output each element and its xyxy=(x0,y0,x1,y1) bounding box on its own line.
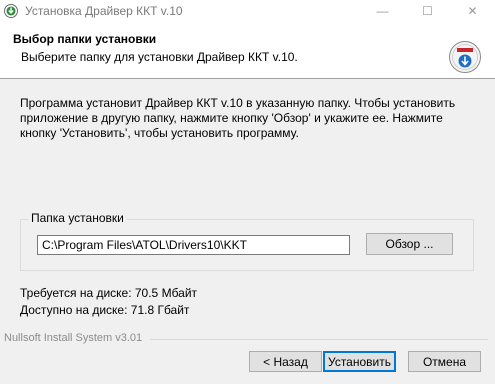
back-button[interactable]: < Назад xyxy=(249,351,322,372)
browse-button[interactable]: Обзор ... xyxy=(366,233,453,255)
window-title: Установка Драйвер ККТ v.10 xyxy=(25,4,183,18)
title-bar: Установка Драйвер ККТ v.10 — ☐ ✕ xyxy=(0,0,495,22)
space-available: Доступно на диске: 71.8 Гбайт xyxy=(20,303,190,317)
page-subtitle: Выберите папку для установки Драйвер ККТ… xyxy=(21,50,298,64)
close-button[interactable]: ✕ xyxy=(450,0,495,22)
installer-brand: Nullsoft Install System v3.01 xyxy=(4,332,147,344)
wizard-header: Выбор папки установки Выберите папку для… xyxy=(0,22,495,79)
installer-logo-icon xyxy=(449,41,481,73)
intro-text: Программа установит Драйвер ККТ v.10 в у… xyxy=(20,96,456,140)
install-button[interactable]: Установить xyxy=(323,351,396,372)
cancel-button[interactable]: Отмена xyxy=(408,351,481,372)
install-path-input[interactable] xyxy=(37,235,350,255)
minimize-button[interactable]: — xyxy=(360,0,405,22)
install-folder-label: Папка установки xyxy=(28,211,127,225)
maximize-button[interactable]: ☐ xyxy=(405,0,450,22)
installer-icon xyxy=(4,4,18,18)
footer-divider xyxy=(150,339,488,340)
space-required: Требуется на диске: 70.5 Мбайт xyxy=(20,286,198,300)
page-title: Выбор папки установки xyxy=(13,32,157,46)
